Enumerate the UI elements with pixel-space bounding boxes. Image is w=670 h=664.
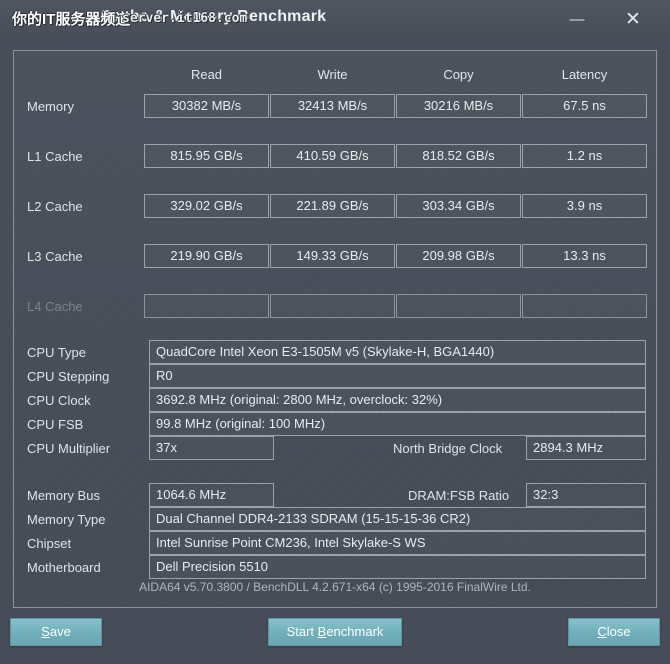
value-memory-bus: 1064.6 MHz (149, 483, 274, 507)
column-header-latency: Latency (561, 67, 608, 82)
watermark-url-text: server.it168.com (122, 11, 248, 26)
memory-latency-value: 67.5 ns (522, 94, 647, 118)
label-cpu-stepping: CPU Stepping (27, 369, 110, 384)
close-button[interactable]: Close (568, 618, 660, 646)
column-header-copy: Copy (443, 67, 474, 82)
l3-copy-value: 209.98 GB/s (396, 244, 521, 268)
row-label-l4-cache: L4 Cache (27, 299, 83, 314)
l1-write-value: 410.59 GB/s (270, 144, 395, 168)
start-benchmark-button-label: Start Benchmark (286, 624, 384, 639)
l2-write-value: 221.89 GB/s (270, 194, 395, 218)
memory-write-value: 32413 MB/s (270, 94, 395, 118)
column-header-read: Read (190, 67, 223, 82)
start-benchmark-button[interactable]: Start Benchmark (268, 618, 402, 646)
label-chipset: Chipset (27, 536, 72, 551)
memory-read-value: 30382 MB/s (144, 94, 269, 118)
row-label-l1-cache: L1 Cache (27, 149, 83, 164)
row-label-memory: Memory (27, 99, 74, 114)
watermark-chinese-text: 你的IT服务器频道 (12, 11, 131, 28)
l4-read-value (144, 294, 269, 318)
value-cpu-stepping: R0 (149, 364, 646, 388)
value-cpu-type: QuadCore Intel Xeon E3-1505M v5 (Skylake… (149, 340, 646, 364)
l4-copy-value (396, 294, 521, 318)
row-label-l2-cache: L2 Cache (27, 199, 83, 214)
l2-latency-value: 3.9 ns (522, 194, 647, 218)
l4-latency-value (522, 294, 647, 318)
label-memory-type: Memory Type (27, 512, 106, 527)
l1-copy-value: 818.52 GB/s (396, 144, 521, 168)
label-dram-fsb-ratio: DRAM:FSB Ratio (408, 488, 510, 503)
value-north-bridge-clock: 2894.3 MHz (526, 436, 646, 460)
close-button-label: Close (597, 624, 631, 639)
value-cpu-fsb: 99.8 MHz (original: 100 MHz) (149, 412, 646, 436)
l3-write-value: 149.33 GB/s (270, 244, 395, 268)
version-footer-text: AIDA64 v5.70.3800 / BenchDLL 4.2.671-x64… (139, 580, 531, 594)
main-panel: Read Write Copy Latency Memory 30382 MB/… (13, 50, 657, 608)
row-label-l3-cache: L3 Cache (27, 249, 83, 264)
label-cpu-clock: CPU Clock (27, 393, 91, 408)
memory-copy-value: 30216 MB/s (396, 94, 521, 118)
save-button[interactable]: Save (10, 618, 102, 646)
close-icon[interactable]: ✕ (610, 0, 656, 40)
l3-read-value: 219.90 GB/s (144, 244, 269, 268)
title-bar: Cache & Memory Benchmark 你的IT服务器频道 serve… (0, 0, 670, 40)
value-cpu-multiplier: 37x (149, 436, 274, 460)
l2-read-value: 329.02 GB/s (144, 194, 269, 218)
label-cpu-multiplier: CPU Multiplier (27, 441, 111, 456)
value-cpu-clock: 3692.8 MHz (original: 2800 MHz, overcloc… (149, 388, 646, 412)
l1-latency-value: 1.2 ns (522, 144, 647, 168)
label-motherboard: Motherboard (27, 560, 101, 575)
value-chipset: Intel Sunrise Point CM236, Intel Skylake… (149, 531, 646, 555)
column-header-write: Write (317, 67, 348, 82)
label-cpu-type: CPU Type (27, 345, 87, 360)
value-memory-type: Dual Channel DDR4-2133 SDRAM (15-15-15-3… (149, 507, 646, 531)
minimize-icon[interactable]: — (554, 0, 600, 40)
l4-write-value (270, 294, 395, 318)
save-button-label: Save (41, 624, 71, 639)
l1-read-value: 815.95 GB/s (144, 144, 269, 168)
l3-latency-value: 13.3 ns (522, 244, 647, 268)
value-dram-fsb-ratio: 32:3 (526, 483, 646, 507)
label-north-bridge-clock: North Bridge Clock (393, 441, 503, 456)
aida64-cache-memory-benchmark-window: Cache & Memory Benchmark 你的IT服务器频道 serve… (0, 0, 670, 664)
label-cpu-fsb: CPU FSB (27, 417, 84, 432)
value-motherboard: Dell Precision 5510 (149, 555, 646, 579)
l2-copy-value: 303.34 GB/s (396, 194, 521, 218)
label-memory-bus: Memory Bus (27, 488, 100, 503)
